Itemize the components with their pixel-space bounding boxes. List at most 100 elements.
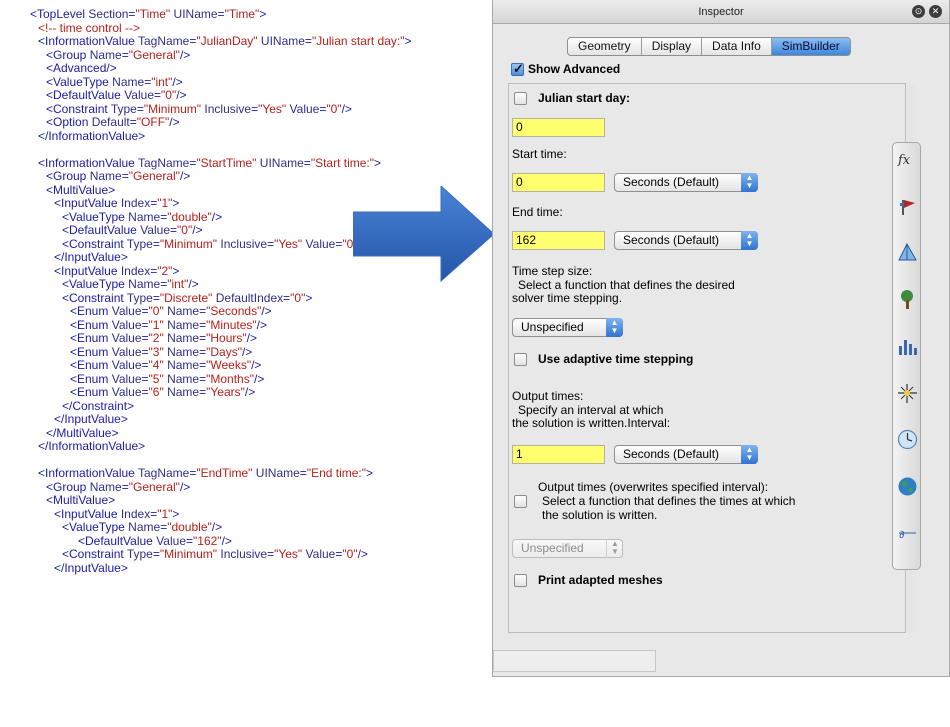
equation-icon[interactable]: ∂ <box>897 523 918 544</box>
clock-icon[interactable] <box>897 429 918 450</box>
output-func-select[interactable]: Unspecified ▲ ▼ <box>512 539 623 558</box>
xml-line: <InformationValue TagName="JulianDay" UI… <box>38 34 412 48</box>
xml-line: <ValueType Name="int"/> <box>46 74 183 89</box>
end-time-unit-value: Seconds (Default) <box>623 233 720 247</box>
xml-line: <TopLevel Section="Time" UIName="Time"> <box>30 7 267 21</box>
xml-listing: <TopLevel Section="Time" UIName="Time"> <… <box>30 7 480 668</box>
output-times-desc-1: Specify an interval at which <box>518 403 664 417</box>
xml-line: <Enum Value="6" Name="Years"/> <box>70 385 256 399</box>
float-icon[interactable]: ⊙ <box>912 5 925 18</box>
xml-line: </MultiValue> <box>46 425 119 440</box>
select-stepper-icon: ▲ ▼ <box>741 231 758 250</box>
geometry-prism-icon[interactable] <box>897 242 918 263</box>
xml-line: <Enum Value="5" Name="Months"/> <box>70 371 265 386</box>
julian-day-checkbox[interactable] <box>514 92 527 105</box>
tree-icon[interactable] <box>897 289 918 310</box>
show-advanced-row: Show Advanced <box>511 61 621 77</box>
time-step-label: Time step size: <box>512 264 593 278</box>
adaptive-checkbox[interactable] <box>514 353 527 366</box>
show-advanced-label: Show Advanced <box>528 62 621 76</box>
bar-chart-icon[interactable] <box>897 336 918 357</box>
xml-line: <Group Name="General"/> <box>46 479 191 494</box>
time-step-select[interactable]: Unspecified ▲ ▼ <box>512 318 623 337</box>
output-overwrite-label-2: Select a function that defines the times… <box>542 494 796 508</box>
time-step-select-value: Unspecified <box>521 320 584 334</box>
select-stepper-icon: ▲ ▼ <box>606 318 623 337</box>
xml-line: <Enum Value="3" Name="Days"/> <box>70 344 253 359</box>
xml-line: <Enum Value="1" Name="Minutes"/> <box>70 317 267 332</box>
simbuilder-panel: Julian start day: 0 Start time: 0 Second… <box>508 83 906 633</box>
xml-line: <DefaultValue Value="0"/> <box>46 88 187 102</box>
xml-line: <Enum Value="2" Name="Hours"/> <box>70 331 257 345</box>
select-stepper-icon: ▲ ▼ <box>606 539 623 558</box>
xml-blank-line <box>30 143 480 157</box>
output-overwrite-label-3: the solution is written. <box>542 508 658 522</box>
end-time-label: End time: <box>512 205 563 219</box>
inspector-tabs: Geometry Display Data Info SimBuilder <box>567 37 851 56</box>
xml-line: <Enum Value="0" Name="Seconds"/> <box>70 304 272 318</box>
output-interval-unit-value: Seconds (Default) <box>623 447 720 461</box>
simbuilder-icon-strip: ƒx ∂ <box>892 142 921 570</box>
right-arrow-icon <box>353 186 495 282</box>
xml-line: <Advanced/> <box>46 61 117 75</box>
select-stepper-icon: ▲ ▼ <box>741 173 758 192</box>
xml-line: <ValueType Name="double"/> <box>62 520 223 534</box>
end-time-unit-select[interactable]: Seconds (Default) ▲ ▼ <box>614 231 758 250</box>
output-func-select-value: Unspecified <box>521 541 584 555</box>
xml-line: </InformationValue> <box>38 128 146 143</box>
xml-line: <InformationValue TagName="EndTime" UINa… <box>38 466 374 480</box>
inspector-title: Inspector <box>698 6 744 18</box>
start-time-unit-select[interactable]: Seconds (Default) ▲ ▼ <box>614 173 758 192</box>
svg-text:ƒx: ƒx <box>897 153 911 168</box>
xml-blank-line <box>30 454 480 468</box>
time-step-desc-1: Select a function that defines the desir… <box>518 278 735 292</box>
function-icon[interactable]: ƒx <box>897 149 918 170</box>
xml-line: <DefaultValue Value="162"/> <box>78 533 232 548</box>
output-times-label: Output times: <box>512 389 584 403</box>
start-time-field[interactable]: 0 <box>512 173 605 192</box>
julian-day-label: Julian start day: <box>538 91 631 105</box>
xml-line: <Constraint Type="Minimum" Inclusive="Ye… <box>46 101 352 116</box>
tab-simbuilder[interactable]: SimBuilder <box>771 38 850 55</box>
xml-line: <Option Default="OFF"/> <box>46 115 180 129</box>
output-overwrite-label-1: Output times (overwrites specified inter… <box>538 480 769 494</box>
sparkle-icon[interactable] <box>897 383 918 404</box>
start-time-label: Start time: <box>512 147 567 161</box>
output-interval-field[interactable]: 1 <box>512 445 605 464</box>
xml-line: <Constraint Type="Discrete" DefaultIndex… <box>62 290 313 305</box>
print-meshes-checkbox[interactable] <box>514 574 527 587</box>
xml-line: <Group Name="General"/> <box>46 169 191 183</box>
tab-display[interactable]: Display <box>642 38 703 55</box>
show-advanced-checkbox[interactable] <box>511 61 524 77</box>
xml-line: </Constraint> <box>62 398 135 413</box>
tab-geometry[interactable]: Geometry <box>568 38 642 55</box>
tab-data-info[interactable]: Data Info <box>702 38 772 55</box>
julian-day-field[interactable]: 0 <box>512 118 605 137</box>
svg-text:∂: ∂ <box>899 528 905 541</box>
boundary-flag-icon[interactable] <box>897 197 918 218</box>
end-time-field[interactable]: 162 <box>512 231 605 250</box>
select-stepper-icon: ▲ ▼ <box>741 445 758 464</box>
xml-line: <!-- time control --> <box>38 20 141 35</box>
xml-line: </InputValue> <box>54 412 128 426</box>
xml-line: </InformationValue> <box>38 439 146 453</box>
output-overwrite-checkbox[interactable] <box>514 495 527 508</box>
xml-line: <InformationValue TagName="StartTime" UI… <box>38 155 382 170</box>
xml-line: <Constraint Type="Minimum" Inclusive="Ye… <box>62 547 368 561</box>
globe-icon[interactable] <box>897 476 918 497</box>
xml-line: <InputValue Index="1"> <box>54 506 180 521</box>
output-interval-unit-select[interactable]: Seconds (Default) ▲ ▼ <box>614 445 758 464</box>
xml-line: </InputValue> <box>54 560 128 575</box>
inspector-window: Inspector ⊙ ✕ Geometry Display Data Info… <box>492 0 950 677</box>
xml-line: <Enum Value="4" Name="Weeks"/> <box>70 358 262 372</box>
close-icon[interactable]: ✕ <box>929 5 942 18</box>
print-meshes-label: Print adapted meshes <box>538 573 663 587</box>
time-step-desc-2: solver time stepping. <box>512 291 623 305</box>
output-times-desc-2: the solution is written.Interval: <box>512 416 671 430</box>
xml-line: <Group Name="General"/> <box>46 47 191 62</box>
adaptive-label: Use adaptive time stepping <box>538 352 694 366</box>
status-field <box>493 650 656 672</box>
inspector-titlebar: Inspector ⊙ ✕ <box>493 0 949 24</box>
xml-line: <MultiValue> <box>46 493 116 507</box>
start-time-unit-value: Seconds (Default) <box>623 175 720 189</box>
